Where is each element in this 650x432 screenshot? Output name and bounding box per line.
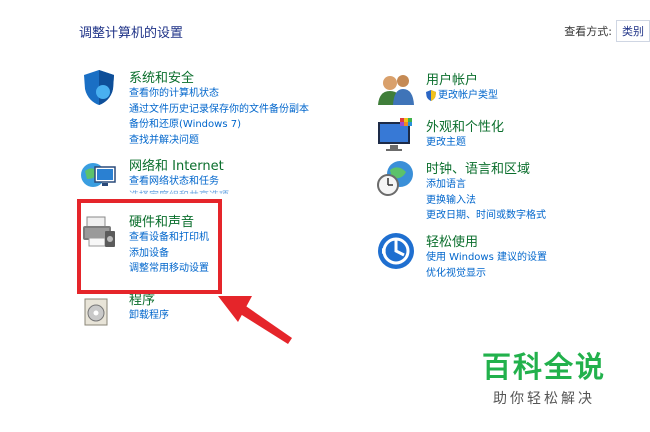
watermark-subtitle: 助你轻松解决	[493, 391, 595, 407]
watermark-title: 百科全说	[482, 350, 607, 384]
watermark: 百科全说 助你轻松解决	[482, 344, 606, 408]
